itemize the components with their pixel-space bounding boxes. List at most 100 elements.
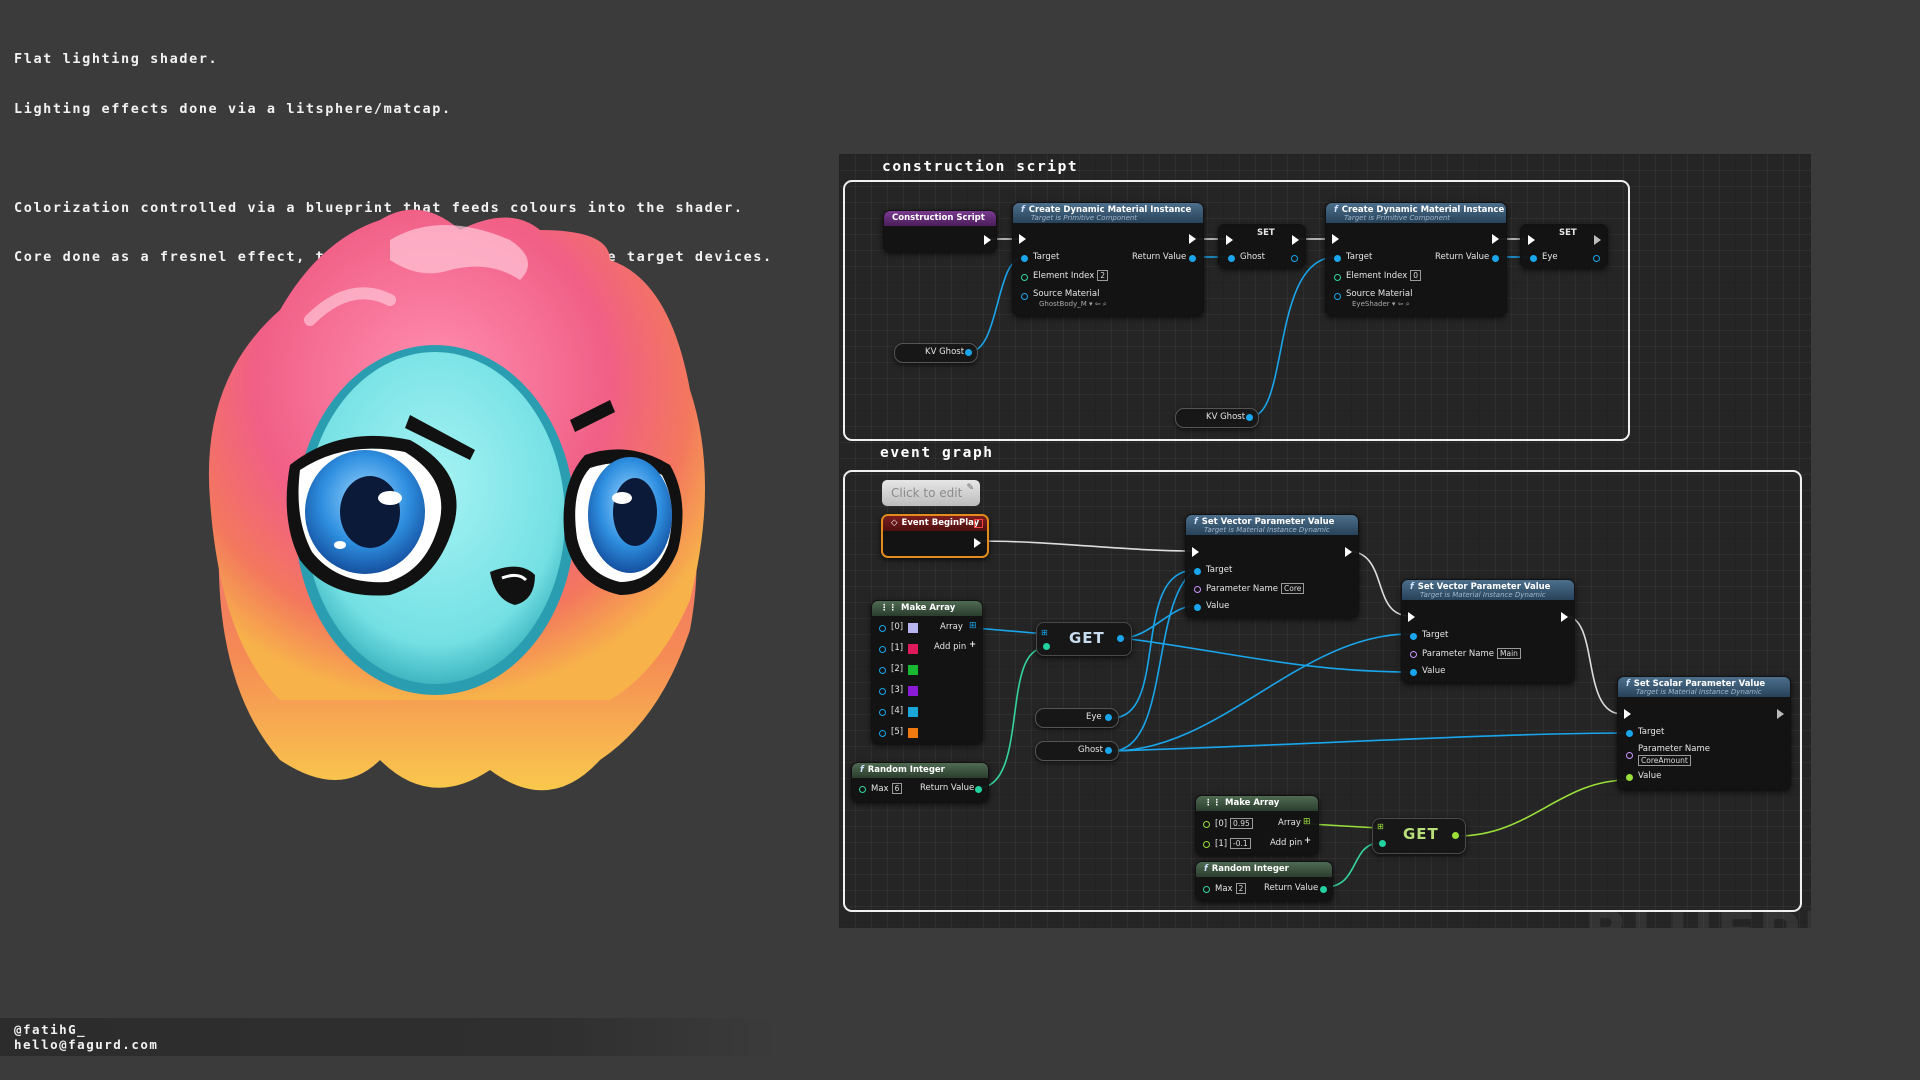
variable-out-pin[interactable] [1246,414,1253,421]
source-material-select[interactable]: GhostBody_M [1039,300,1087,308]
pin-icon[interactable]: ✎ [966,483,974,493]
exec-out-pin[interactable] [1594,235,1601,245]
set-vector-parameter-value-node[interactable]: f Set Vector Parameter Value Target is Ma… [1185,514,1359,618]
parameter-name-pin[interactable] [1626,752,1633,759]
return-value-pin[interactable] [1189,255,1196,262]
target-pin[interactable] [1334,255,1341,262]
element-index-pin[interactable] [1021,274,1028,281]
variable-out-pin[interactable] [1105,747,1112,754]
color-swatch[interactable] [908,707,918,717]
array-out-pin[interactable]: ⊞ [969,621,977,631]
color-swatch[interactable] [908,665,918,675]
exec-in-pin[interactable] [1192,547,1199,557]
ghost-variable[interactable]: Ghost [1035,741,1119,761]
eye-variable[interactable]: Eye [1035,708,1119,728]
set-scalar-parameter-value-node[interactable]: f Set Scalar Parameter Value Target is Ma… [1617,676,1791,790]
item-pin[interactable] [1203,841,1210,848]
exec-out-pin[interactable] [1189,234,1196,244]
create-dynamic-material-instance-node[interactable]: f Create Dynamic Material Instance Target… [1012,202,1204,316]
add-pin-button[interactable]: + [969,640,976,650]
event-beginplay-node[interactable]: ◇ Event BeginPlay [881,514,989,558]
item-pin[interactable] [879,730,886,737]
set-vector-parameter-value-node[interactable]: f Set Vector Parameter Value Target is Ma… [1401,579,1575,683]
item-pin[interactable] [879,709,886,716]
create-dynamic-material-instance-node[interactable]: f Create Dynamic Material Instance Target… [1325,202,1507,316]
ghost-input-pin[interactable] [1228,255,1235,262]
item-value-input[interactable]: -0.1 [1230,838,1251,849]
get-node[interactable]: ⊞ GET [1372,818,1466,854]
make-array-colors-node[interactable]: ⋮⋮ Make Array Array ⊞ Add pin + [0] [1] [… [871,600,983,744]
max-input[interactable]: 2 [1235,883,1247,894]
kv-ghost-variable[interactable]: KV Ghost [894,343,978,363]
exec-in-pin[interactable] [1624,709,1631,719]
delegate-pin[interactable] [974,519,983,528]
get-node[interactable]: ⊞ GET [1036,622,1132,656]
item-pin[interactable] [879,688,886,695]
eye-input-pin[interactable] [1530,255,1537,262]
value-pin[interactable] [1194,604,1201,611]
exec-out-pin[interactable] [984,235,991,245]
color-swatch[interactable] [908,623,918,633]
set-ghost-node[interactable]: SET Ghost [1218,224,1306,268]
index-in-pin[interactable] [1379,840,1386,847]
ghost-output-pin[interactable] [1291,255,1298,262]
add-pin-button[interactable]: + [1304,836,1311,846]
element-index-input[interactable]: 2 [1097,270,1109,281]
eye-output-pin[interactable] [1593,255,1600,262]
target-pin[interactable] [1021,255,1028,262]
get-out-pin[interactable] [1117,635,1124,642]
return-value-pin[interactable] [1492,255,1499,262]
random-integer-node[interactable]: f Random Integer Max 6 Return Value [851,762,989,802]
exec-in-pin[interactable] [1226,235,1233,245]
item-pin[interactable] [879,667,886,674]
exec-out-pin[interactable] [1345,547,1352,557]
source-material-select[interactable]: EyeShader [1352,300,1390,308]
set-eye-node[interactable]: SET Eye [1520,224,1608,268]
element-index-input[interactable]: 0 [1410,270,1422,281]
element-index-pin[interactable] [1334,274,1341,281]
random-integer-node[interactable]: f Random Integer Max 2 Return Value [1195,861,1333,901]
value-pin[interactable] [1626,774,1633,781]
max-pin[interactable] [859,786,866,793]
variable-out-pin[interactable] [1105,714,1112,721]
exec-out-pin[interactable] [974,538,981,548]
max-input[interactable]: 6 [891,783,903,794]
array-in-pin[interactable]: ⊞ [1041,628,1048,637]
get-out-pin[interactable] [1452,832,1459,839]
parameter-name-pin[interactable] [1410,651,1417,658]
target-pin[interactable] [1626,730,1633,737]
max-pin[interactable] [1203,886,1210,893]
exec-out-pin[interactable] [1561,612,1568,622]
color-swatch[interactable] [908,728,918,738]
item-pin[interactable] [1203,821,1210,828]
return-value-pin[interactable] [1320,886,1327,893]
parameter-name-input[interactable]: CoreAmount [1638,755,1691,766]
kv-ghost-variable[interactable]: KV Ghost [1175,408,1259,428]
source-material-pin[interactable] [1334,293,1341,300]
exec-in-pin[interactable] [1408,612,1415,622]
value-pin[interactable] [1410,669,1417,676]
parameter-name-pin[interactable] [1194,586,1201,593]
array-out-pin[interactable]: ⊞ [1303,817,1311,827]
exec-out-pin[interactable] [1292,235,1299,245]
exec-out-pin[interactable] [1492,234,1499,244]
target-pin[interactable] [1410,633,1417,640]
return-value-pin[interactable] [975,786,982,793]
parameter-name-input[interactable]: Core [1281,583,1305,594]
parameter-name-input[interactable]: Main [1497,648,1521,659]
item-value-input[interactable]: 0.95 [1230,818,1253,829]
item-pin[interactable] [879,646,886,653]
comment-bubble[interactable]: Click to edit ✎ [882,480,980,506]
color-swatch[interactable] [908,686,918,696]
source-material-pin[interactable] [1021,293,1028,300]
target-pin[interactable] [1194,568,1201,575]
array-in-pin[interactable]: ⊞ [1377,822,1384,831]
index-in-pin[interactable] [1043,643,1050,650]
variable-out-pin[interactable] [965,349,972,356]
construction-script-node[interactable]: Construction Script [883,210,997,252]
exec-out-pin[interactable] [1777,709,1784,719]
exec-in-pin[interactable] [1019,234,1026,244]
exec-in-pin[interactable] [1528,235,1535,245]
color-swatch[interactable] [908,644,918,654]
item-pin[interactable] [879,625,886,632]
